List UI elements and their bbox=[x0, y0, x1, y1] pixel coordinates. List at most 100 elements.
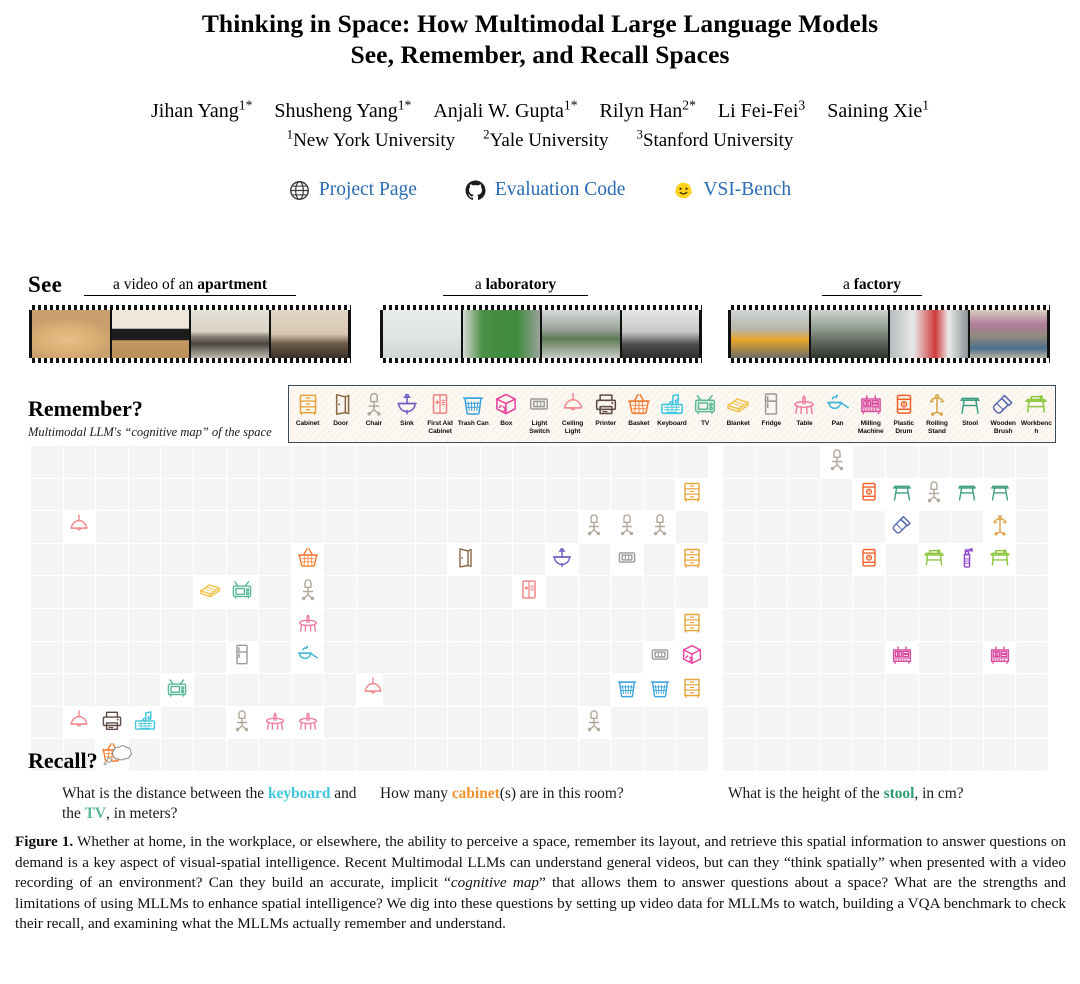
legend-item-stool: Stool bbox=[954, 388, 987, 442]
map-cell-trash-can bbox=[611, 674, 643, 706]
map-cell-empty bbox=[259, 576, 291, 608]
map-cell-empty bbox=[291, 511, 324, 543]
map-cell-empty bbox=[383, 511, 415, 543]
map-cell-empty bbox=[853, 674, 885, 706]
basket-icon bbox=[626, 388, 652, 419]
map-cell-empty bbox=[193, 706, 226, 739]
question-text: (s) are in this room? bbox=[499, 785, 624, 802]
map-cell-empty bbox=[128, 478, 161, 511]
link-evaluation-code[interactable]: Evaluation Code bbox=[465, 179, 626, 201]
chair-icon bbox=[648, 512, 672, 541]
cabinet-icon bbox=[680, 675, 704, 704]
map-cell-empty bbox=[853, 641, 885, 674]
map-cell-empty bbox=[63, 446, 96, 478]
map-cell-empty bbox=[545, 641, 578, 674]
map-cell-empty bbox=[885, 608, 918, 641]
rolling-stand-icon bbox=[924, 388, 950, 419]
map-cell-rolling-stand bbox=[983, 511, 1016, 543]
map-cell-empty bbox=[259, 543, 291, 576]
map-cell-empty bbox=[193, 543, 226, 576]
map-cell-empty bbox=[723, 576, 755, 608]
map-cell-empty bbox=[755, 641, 788, 674]
chair-icon bbox=[582, 708, 606, 737]
map-cell-empty bbox=[1016, 511, 1048, 543]
spray-bottle-icon bbox=[955, 545, 979, 574]
map-cell-empty bbox=[128, 608, 161, 641]
filmstrip-laboratory bbox=[380, 305, 702, 363]
fridge-icon bbox=[230, 643, 254, 672]
map-cell-empty bbox=[918, 511, 951, 543]
link-label: Evaluation Code bbox=[494, 179, 626, 200]
map-cell-empty bbox=[96, 446, 128, 478]
map-cell-empty bbox=[448, 446, 480, 478]
globe-icon bbox=[289, 180, 310, 201]
paper-figure-page: Thinking in Space: How Multimodal Large … bbox=[0, 0, 1080, 984]
map-cell-empty bbox=[480, 478, 513, 511]
link-label: VSI-Bench bbox=[703, 179, 792, 200]
map-cell-empty bbox=[193, 674, 226, 706]
map-cell-first-aid bbox=[513, 576, 545, 608]
map-cell-empty bbox=[324, 543, 356, 576]
map-cell-empty bbox=[513, 478, 545, 511]
chair-icon bbox=[296, 578, 320, 607]
map-cell-empty bbox=[885, 446, 918, 478]
map-cell-blanket bbox=[193, 576, 226, 608]
map-cell-stool bbox=[951, 478, 983, 511]
sink-icon bbox=[550, 545, 574, 574]
light-switch-icon bbox=[526, 388, 552, 419]
map-cell-empty bbox=[723, 608, 755, 641]
map-cell-empty bbox=[96, 543, 128, 576]
legend-item-label: Ceiling Light bbox=[561, 420, 584, 435]
map-cell-empty bbox=[480, 674, 513, 706]
map-cell-empty bbox=[578, 641, 611, 674]
map-cell-empty bbox=[415, 511, 448, 543]
map-cell-empty bbox=[128, 674, 161, 706]
map-cell-empty bbox=[788, 446, 820, 478]
map-cell-empty bbox=[983, 674, 1016, 706]
video-frame bbox=[32, 310, 110, 358]
map-cell-empty bbox=[63, 543, 96, 576]
map-cell-basket bbox=[291, 543, 324, 576]
map-cell-empty bbox=[161, 706, 193, 739]
map-cell-empty bbox=[723, 478, 755, 511]
map-cell-empty bbox=[545, 511, 578, 543]
stool-icon bbox=[890, 480, 914, 509]
map-cell-empty bbox=[96, 641, 128, 674]
map-cell-chair bbox=[578, 706, 611, 739]
map-cell-empty bbox=[31, 674, 63, 706]
map-cell-empty bbox=[96, 478, 128, 511]
map-cell-empty bbox=[31, 641, 63, 674]
map-cell-empty bbox=[63, 576, 96, 608]
map-cell-empty bbox=[480, 511, 513, 543]
link-vsi-bench[interactable]: VSI-Bench bbox=[673, 179, 791, 201]
map-cell-empty bbox=[448, 641, 480, 674]
tv-icon bbox=[692, 388, 718, 419]
map-cell-empty bbox=[259, 739, 291, 771]
stool-icon bbox=[988, 480, 1012, 509]
map-cell-empty bbox=[983, 576, 1016, 608]
figure-caption: Figure 1. Whether at home, in the workpl… bbox=[15, 832, 1066, 935]
map-cell-empty bbox=[259, 511, 291, 543]
map-cell-empty bbox=[755, 706, 788, 739]
link-project-page[interactable]: Project Page bbox=[289, 179, 417, 201]
map-cell-empty bbox=[578, 608, 611, 641]
map-cell-empty bbox=[226, 543, 259, 576]
keyboard-icon bbox=[659, 388, 685, 419]
map-cell-empty bbox=[755, 543, 788, 576]
factory-cognitive-map bbox=[723, 446, 1048, 771]
thought-bubble-icon bbox=[100, 742, 132, 768]
map-cell-empty bbox=[226, 511, 259, 543]
map-cell-empty bbox=[723, 543, 755, 576]
map-cell-empty bbox=[643, 576, 676, 608]
map-cell-empty bbox=[161, 576, 193, 608]
affiliation-marker: 3 bbox=[636, 126, 643, 142]
map-cell-empty bbox=[259, 608, 291, 641]
video-heading-strong: laboratory bbox=[485, 276, 557, 293]
map-cell-empty bbox=[820, 478, 853, 511]
table-icon bbox=[263, 708, 287, 737]
ceiling-light-icon bbox=[361, 675, 385, 704]
map-cell-chair bbox=[918, 478, 951, 511]
chair-icon bbox=[582, 512, 606, 541]
video-heading-prefix: a video of an bbox=[112, 276, 198, 293]
legend-item-label: Trash Can bbox=[457, 420, 489, 427]
